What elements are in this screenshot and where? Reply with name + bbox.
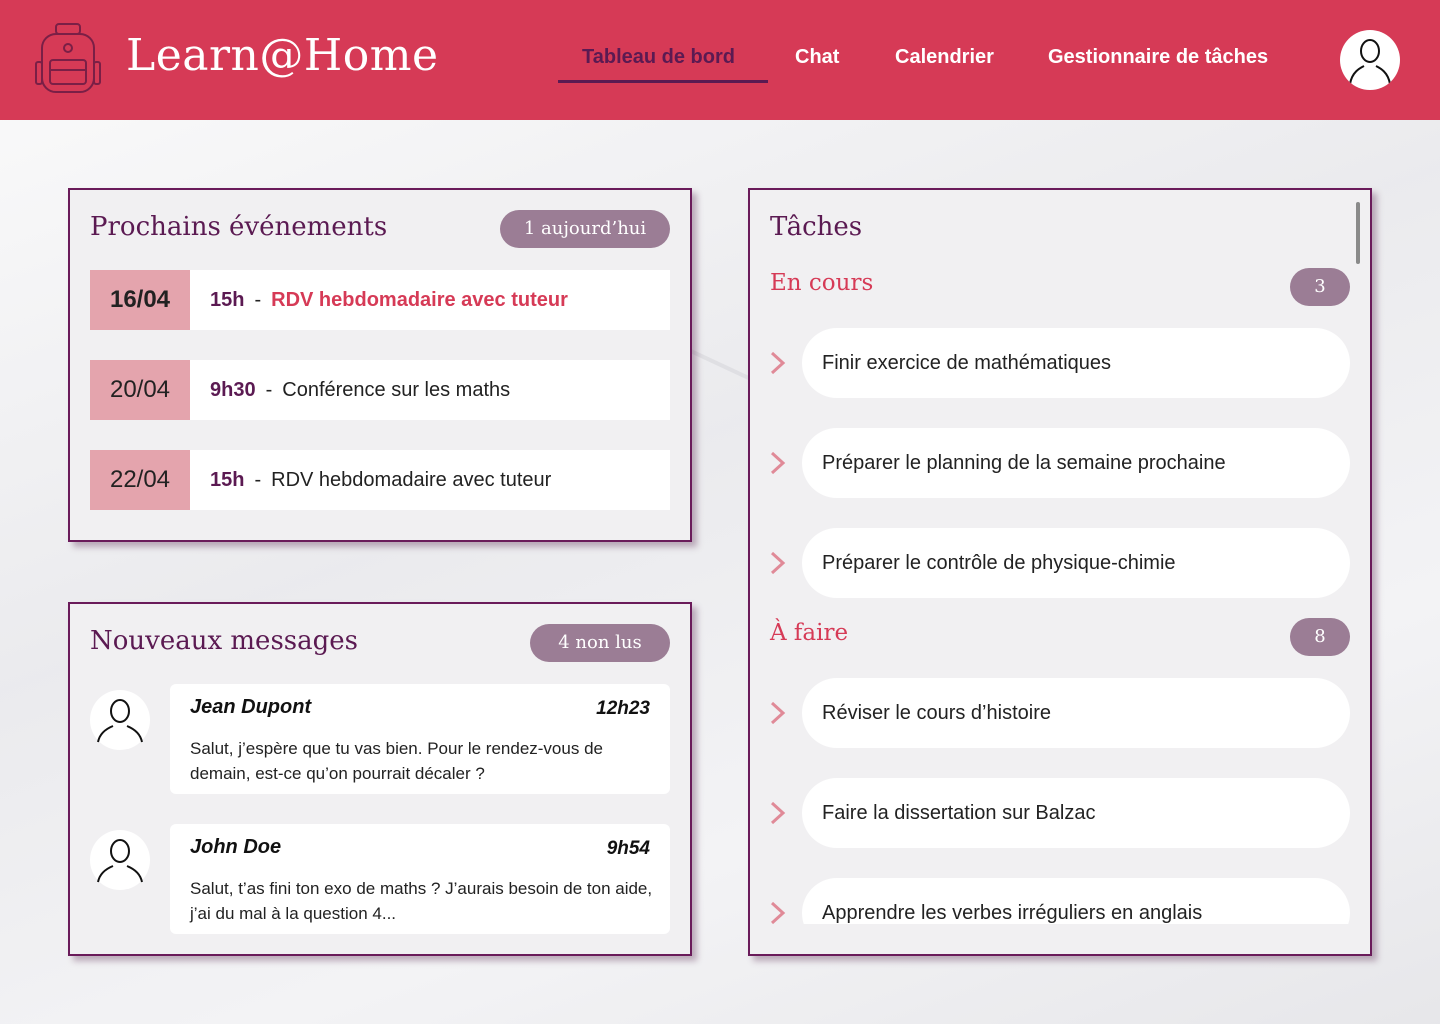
chevron-right-icon[interactable] bbox=[768, 349, 788, 377]
event-separator: - bbox=[265, 379, 273, 401]
backpack-icon[interactable] bbox=[34, 22, 102, 96]
tasks-scroll-area[interactable]: Tâches En cours 3 Finir exercice de math… bbox=[750, 190, 1370, 924]
event-separator: - bbox=[254, 469, 262, 491]
message-item[interactable]: Jean Dupont 12h23 Salut, j’espère que tu… bbox=[170, 684, 670, 794]
task-label: Finir exercice de mathématiques bbox=[802, 328, 1350, 398]
task-label: Faire la dissertation sur Balzac bbox=[802, 778, 1350, 848]
section-title-en-cours: En cours bbox=[770, 270, 874, 296]
task-label: Réviser le cours d’histoire bbox=[802, 678, 1350, 748]
task-item[interactable]: Finir exercice de mathématiques bbox=[768, 328, 1350, 398]
event-separator: - bbox=[254, 289, 262, 311]
user-avatar-icon bbox=[1349, 39, 1391, 85]
event-text: 15h - RDV hebdomadaire avec tuteur bbox=[210, 270, 568, 330]
tasks-scrollbar[interactable] bbox=[1356, 202, 1360, 264]
event-time: 15h bbox=[210, 289, 245, 311]
avatar bbox=[90, 830, 150, 890]
nav-calendrier[interactable]: Calendrier bbox=[895, 46, 994, 69]
chevron-right-icon[interactable] bbox=[768, 549, 788, 577]
events-card: Prochains événements 1 aujourd’hui 16/04… bbox=[68, 188, 692, 542]
task-item[interactable]: Apprendre les verbes irréguliers en angl… bbox=[768, 878, 1350, 924]
event-title: RDV hebdomadaire avec tuteur bbox=[271, 289, 568, 311]
chevron-right-icon[interactable] bbox=[768, 449, 788, 477]
event-date: 20/04 bbox=[90, 360, 190, 420]
event-item[interactable]: 20/04 9h30- Conférence sur les maths bbox=[90, 360, 670, 420]
task-item[interactable]: Préparer le planning de la semaine proch… bbox=[768, 428, 1350, 498]
messages-card: Nouveaux messages 4 non lus Jean Dupont … bbox=[68, 602, 692, 956]
task-label: Apprendre les verbes irréguliers en angl… bbox=[802, 878, 1350, 924]
tasks-title: Tâches bbox=[770, 212, 863, 242]
event-date: 16/04 bbox=[90, 270, 190, 330]
task-label: Préparer le contrôle de physique-chimie bbox=[802, 528, 1350, 598]
event-title: Conférence sur les maths bbox=[282, 379, 511, 401]
nav-active-indicator bbox=[558, 80, 768, 83]
profile-avatar[interactable] bbox=[1340, 30, 1400, 90]
task-label: Préparer le planning de la semaine proch… bbox=[802, 428, 1350, 498]
event-text: 15h - RDV hebdomadaire avec tuteur bbox=[210, 450, 551, 510]
event-date: 22/04 bbox=[90, 450, 190, 510]
chevron-right-icon[interactable] bbox=[768, 899, 788, 924]
section-title-a-faire: À faire bbox=[770, 620, 849, 646]
event-time: 9h30 bbox=[210, 379, 256, 401]
tasks-card: Tâches En cours 3 Finir exercice de math… bbox=[748, 188, 1372, 956]
message-preview: Salut, t’as fini ton exo de maths ? J’au… bbox=[190, 879, 653, 923]
message-time: 9h54 bbox=[606, 838, 650, 859]
chevron-right-icon[interactable] bbox=[768, 799, 788, 827]
section-count-badge: 3 bbox=[1290, 268, 1350, 306]
message-sender: John Doe bbox=[190, 836, 282, 858]
task-item[interactable]: Réviser le cours d’histoire bbox=[768, 678, 1350, 748]
nav-gestionnaire-taches[interactable]: Gestionnaire de tâches bbox=[1048, 46, 1268, 69]
app-title[interactable]: Learn@Home bbox=[126, 30, 438, 81]
messages-unread-badge: 4 non lus bbox=[530, 624, 670, 662]
nav-tableau-de-bord[interactable]: Tableau de bord bbox=[582, 46, 735, 69]
messages-title: Nouveaux messages bbox=[90, 626, 358, 656]
event-item[interactable]: 22/04 15h - RDV hebdomadaire avec tuteur bbox=[90, 450, 670, 510]
event-item[interactable]: 16/04 15h - RDV hebdomadaire avec tuteur bbox=[90, 270, 670, 330]
event-title: RDV hebdomadaire avec tuteur bbox=[271, 469, 552, 491]
event-text: 9h30- Conférence sur les maths bbox=[210, 360, 510, 420]
events-title: Prochains événements bbox=[90, 212, 388, 242]
avatar bbox=[90, 690, 150, 750]
task-item[interactable]: Faire la dissertation sur Balzac bbox=[768, 778, 1350, 848]
message-time: 12h23 bbox=[596, 698, 650, 719]
events-today-badge: 1 aujourd’hui bbox=[500, 210, 670, 248]
user-avatar-icon bbox=[97, 839, 143, 883]
task-item[interactable]: Préparer le contrôle de physique-chimie bbox=[768, 528, 1350, 598]
top-header: Learn@Home Tableau de bord Chat Calendri… bbox=[0, 0, 1440, 120]
event-time: 15h bbox=[210, 469, 245, 491]
user-avatar-icon bbox=[97, 699, 143, 743]
nav-chat[interactable]: Chat bbox=[795, 46, 839, 69]
chevron-right-icon[interactable] bbox=[768, 699, 788, 727]
message-preview: Salut, j’espère que tu vas bien. Pour le… bbox=[190, 739, 603, 783]
section-count-badge: 8 bbox=[1290, 618, 1350, 656]
message-item[interactable]: John Doe 9h54 Salut, t’as fini ton exo d… bbox=[170, 824, 670, 934]
message-sender: Jean Dupont bbox=[190, 696, 312, 718]
